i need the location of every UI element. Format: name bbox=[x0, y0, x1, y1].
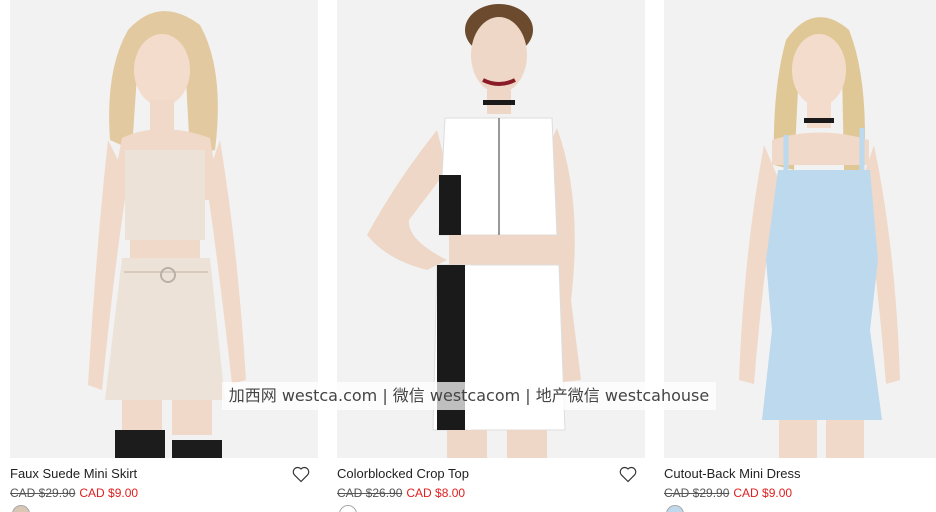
original-price: CAD $26.90 bbox=[337, 486, 403, 500]
color-swatch[interactable] bbox=[12, 505, 30, 512]
heart-outline-icon[interactable] bbox=[291, 464, 311, 484]
color-swatch[interactable] bbox=[666, 505, 684, 512]
heart-outline-icon[interactable] bbox=[618, 464, 638, 484]
sale-price: CAD $9.00 bbox=[79, 486, 139, 500]
original-price: CAD $29.90 bbox=[10, 486, 76, 500]
product-name[interactable]: Colorblocked Crop Top bbox=[337, 466, 469, 481]
sale-price: CAD $8.00 bbox=[406, 486, 466, 500]
product-card: Cutout-Back Mini Dress CAD $29.90 CAD $9.… bbox=[664, 0, 936, 512]
product-prices: CAD $29.90 CAD $9.00 bbox=[10, 486, 138, 500]
sale-price: CAD $9.00 bbox=[733, 486, 793, 500]
product-prices: CAD $29.90 CAD $9.00 bbox=[664, 486, 792, 500]
watermark: 加西网 westca.com | 微信 westcacom | 地产微信 wes… bbox=[222, 382, 716, 410]
color-swatch[interactable] bbox=[339, 505, 357, 512]
product-name[interactable]: Cutout-Back Mini Dress bbox=[664, 466, 801, 481]
original-price: CAD $29.90 bbox=[664, 486, 730, 500]
product-card: Faux Suede Mini Skirt CAD $29.90 CAD $9.0… bbox=[10, 0, 318, 512]
product-name[interactable]: Faux Suede Mini Skirt bbox=[10, 466, 137, 481]
product-grid: Faux Suede Mini Skirt CAD $29.90 CAD $9.0… bbox=[0, 0, 936, 512]
product-prices: CAD $26.90 CAD $8.00 bbox=[337, 486, 465, 500]
product-card: Colorblocked Crop Top CAD $26.90 CAD $8.0… bbox=[337, 0, 645, 512]
